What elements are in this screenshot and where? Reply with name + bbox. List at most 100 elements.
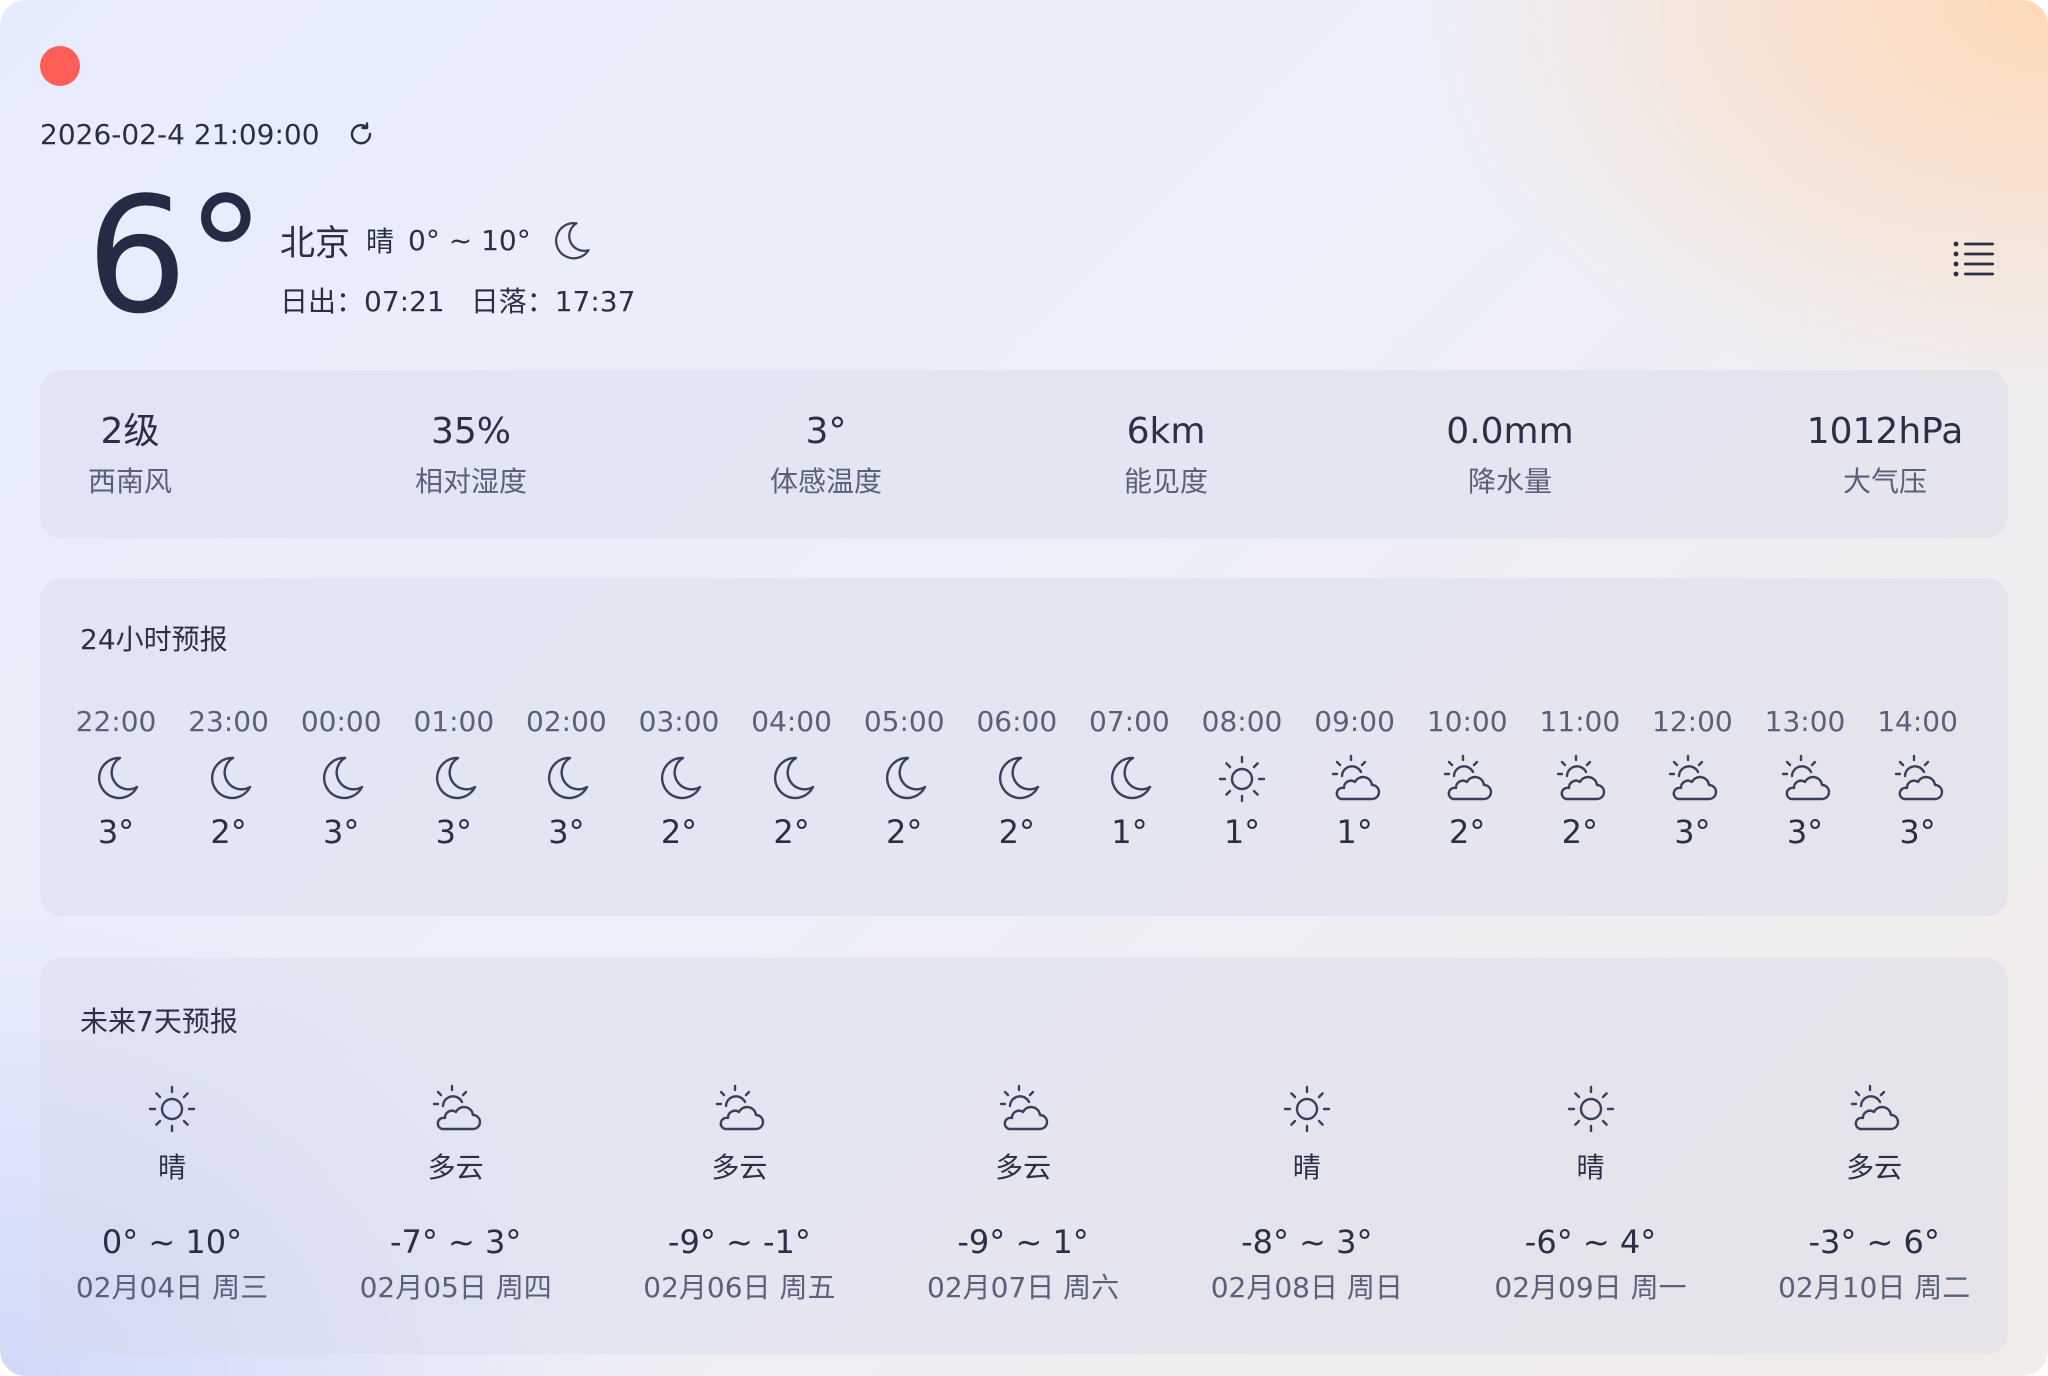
hour-temp: 3° <box>435 813 472 851</box>
hourly-title: 24小时预报 <box>80 623 228 656</box>
hour-temp: 2° <box>998 813 1035 851</box>
today-temp-range: 0° ~ 10° <box>408 223 531 257</box>
datetime-row: 2026-02-4 21:09:00 <box>40 114 376 154</box>
hour-temp: 1° <box>1336 813 1373 851</box>
day-condition: 晴 <box>1292 1151 1321 1184</box>
hour-temp: 2° <box>1561 813 1598 851</box>
hourly-forecast-panel: 24小时预报 22:00 3° 23:00 2° 00:00 3° 01:00 3° 02:00… <box>40 578 2008 916</box>
cloud-sun-icon <box>999 1084 1049 1131</box>
moon-icon <box>773 756 814 800</box>
day-date: 02月10日 周二 <box>1778 1271 1971 1304</box>
refresh-icon[interactable] <box>346 119 376 149</box>
hour-time: 23:00 <box>188 705 269 738</box>
stat-humidity: 35% 相对湿度 <box>351 408 591 500</box>
stat-value: 6km <box>1126 411 1206 452</box>
hour-time: 07:00 <box>1089 705 1170 738</box>
stat-wind: 2级 西南风 <box>10 408 250 500</box>
day-date: 02月05日 周四 <box>359 1271 552 1304</box>
sun-icon <box>1567 1085 1614 1133</box>
daily-item: 晴 -6° ~ 4° 02月09日 周一 <box>1466 1082 1716 1308</box>
menu-icon[interactable] <box>1952 238 1996 278</box>
location-line: 北京 晴 0° ~ 10° <box>280 212 595 268</box>
day-date: 02月07日 周六 <box>927 1271 1120 1304</box>
hourly-item: 07:00 1° <box>1079 702 1179 854</box>
city-name: 北京 <box>280 223 351 264</box>
hour-temp: 3° <box>323 813 360 851</box>
hour-time: 13:00 <box>1764 705 1846 738</box>
day-temp-range: -3° ~ 6° <box>1808 1223 1940 1261</box>
hourly-item: 14:00 3° <box>1868 702 1968 854</box>
stat-label: 体感温度 <box>769 465 882 498</box>
hour-time: 11:00 <box>1539 705 1621 738</box>
moon-icon <box>660 756 702 800</box>
cloud-sun-icon <box>1850 1084 1900 1131</box>
hour-time: 00:00 <box>300 705 382 738</box>
moon-icon <box>886 756 927 800</box>
current-datetime: 2026-02-4 21:09:00 <box>40 117 320 151</box>
cloud-sun-icon <box>1443 754 1493 801</box>
hour-time: 14:00 <box>1877 705 1958 738</box>
current-temperature: 6° <box>86 162 266 349</box>
daily-item: 多云 -3° ~ 6° 02月10日 周二 <box>1749 1082 1999 1308</box>
hour-temp: 2° <box>773 813 810 851</box>
cloud-sun-icon <box>432 1084 481 1131</box>
hour-temp: 1° <box>1223 813 1261 851</box>
hour-time: 06:00 <box>976 705 1058 738</box>
daily-title: 未来7天预报 <box>80 1005 238 1038</box>
cloud-sun-icon <box>716 1084 765 1131</box>
moon-icon <box>210 756 251 800</box>
sun-icon <box>1283 1085 1330 1133</box>
day-condition: 晴 <box>1576 1151 1605 1184</box>
hour-temp: 3° <box>1899 813 1936 851</box>
daily-item: 多云 -7° ~ 3° 02月05日 周四 <box>331 1082 581 1308</box>
stat-label: 降水量 <box>1467 465 1552 498</box>
day-temp-range: -9° ~ 1° <box>957 1223 1089 1261</box>
close-window-button[interactable] <box>40 46 80 86</box>
hour-temp: 2° <box>210 813 247 851</box>
hour-temp: 3° <box>97 813 135 851</box>
day-temp-range: -8° ~ 3° <box>1241 1223 1373 1261</box>
sun-times: 日出：07:21 日落：17:37 <box>280 280 635 320</box>
weather-app-window: 2026-02-4 21:09:00 6° 北京 晴 0° ~ 10° 日出：0… <box>0 0 2048 1376</box>
stat-value: 0.0mm <box>1446 411 1574 452</box>
stat-value: 1012hPa <box>1806 411 1964 452</box>
hour-time: 05:00 <box>863 705 945 738</box>
hourly-item: 03:00 2° <box>629 702 729 854</box>
moon-icon <box>97 756 139 800</box>
stat-precipitation: 0.0mm 降水量 <box>1390 408 1630 500</box>
moon-icon <box>998 756 1039 800</box>
hourly-item: 06:00 2° <box>967 702 1067 854</box>
stat-value: 35% <box>430 411 511 452</box>
day-date: 02月09日 周一 <box>1494 1271 1687 1304</box>
hourly-item: 02:00 3° <box>516 702 616 854</box>
daily-item: 晴 -8° ~ 3° 02月08日 周日 <box>1182 1082 1432 1308</box>
stat-label: 大气压 <box>1842 465 1927 498</box>
day-date: 02月06日 周五 <box>643 1271 836 1304</box>
day-date: 02月04日 周三 <box>75 1271 269 1304</box>
cloud-sun-icon <box>1669 754 1718 801</box>
hourly-item: 04:00 2° <box>742 702 842 854</box>
hourly-item: 22:00 3° <box>66 702 166 854</box>
cloud-sun-icon <box>1894 754 1943 801</box>
cloud-sun-icon <box>1781 754 1831 801</box>
day-condition: 晴 <box>157 1151 186 1184</box>
day-temp-range: -6° ~ 4° <box>1524 1223 1657 1261</box>
hour-temp: 3° <box>548 813 585 851</box>
daily-forecast-panel: 未来7天预报 晴 0° ~ 10° 02月04日 周三 多云 -7° ~ 3° 02月05… <box>40 958 2008 1354</box>
hourly-item: 05:00 2° <box>854 702 954 854</box>
moon-icon <box>1111 756 1152 800</box>
current-weather-text: 晴 <box>366 225 395 258</box>
day-temp-range: -9° ~ -1° <box>667 1223 811 1261</box>
cloud-sun-icon <box>1556 754 1605 801</box>
moon-icon <box>548 756 589 800</box>
hour-temp: 2° <box>886 813 923 851</box>
stat-label: 能见度 <box>1123 465 1208 498</box>
daily-item: 晴 0° ~ 10° 02月04日 周三 <box>47 1082 297 1308</box>
hour-time: 09:00 <box>1314 705 1395 738</box>
hourly-item: 13:00 3° <box>1755 702 1855 854</box>
moon-icon <box>554 222 590 260</box>
hourly-item: 00:00 3° <box>291 702 391 854</box>
stat-label: 西南风 <box>87 465 172 498</box>
stat-label: 相对湿度 <box>414 465 527 498</box>
day-condition: 多云 <box>427 1151 484 1184</box>
